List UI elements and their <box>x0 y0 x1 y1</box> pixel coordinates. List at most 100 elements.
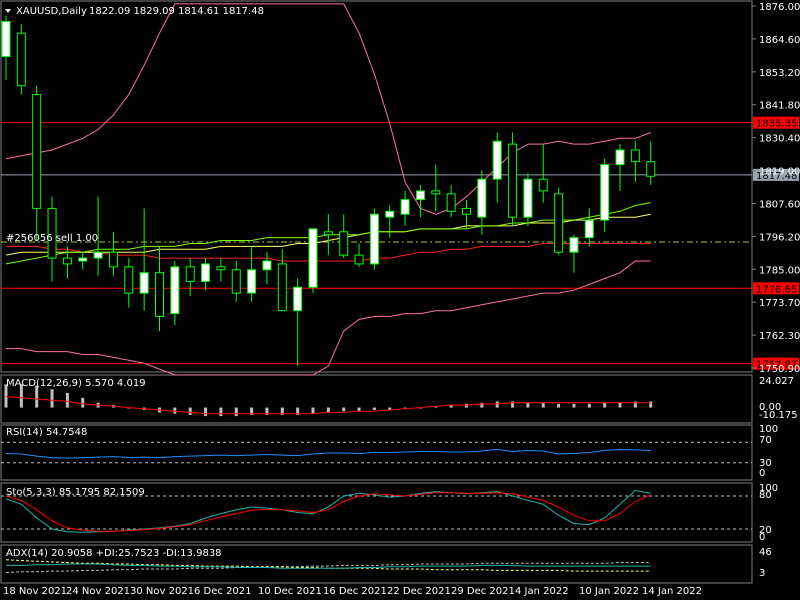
candle-body <box>600 164 610 221</box>
price-tick-label: 1807.60 <box>759 199 800 210</box>
symbol-header[interactable]: XAUUSD,Daily 1822.09 1829.09 1814.61 181… <box>5 6 264 17</box>
candle[interactable] <box>308 228 318 294</box>
candle-body <box>569 237 579 253</box>
macd-histogram-bar <box>587 403 591 408</box>
candle-body <box>477 178 487 218</box>
candle-body <box>646 161 656 177</box>
candle-body <box>16 32 26 87</box>
candle-body <box>339 231 349 256</box>
macd-histogram-bar <box>50 389 54 408</box>
rsi-label: RSI(14) 54.7548 <box>6 427 87 438</box>
candle-body <box>293 286 303 312</box>
candle-body <box>216 266 226 271</box>
candle-body <box>523 178 533 218</box>
trade-order-label[interactable]: #256056 sell 1.00 <box>6 233 98 244</box>
macd-tick-label: 24.027 <box>759 376 794 387</box>
time-tick-label: 30 Nov 2021 <box>130 586 194 597</box>
trading-chart[interactable]: 1835.351817.481778.651752.87 XAUUSD,Dail… <box>0 0 800 600</box>
macd-histogram-bar <box>326 407 330 413</box>
macd-histogram-bar <box>372 407 376 410</box>
price-tag-label: 1835.35 <box>756 119 797 130</box>
macd-histogram-bar <box>65 392 69 408</box>
candle-body <box>446 193 456 212</box>
macd-histogram-bar <box>557 403 561 408</box>
macd-histogram-bar <box>234 407 238 417</box>
price-tick-label: 1819.00 <box>759 167 800 178</box>
rsi-tick-label: 100 <box>759 424 778 435</box>
price-tick-label: 1762.30 <box>759 331 800 342</box>
price-tick-label: 1796.20 <box>759 232 800 243</box>
candle-body <box>538 178 548 192</box>
time-tick-label: 29 Dec 2021 <box>451 586 515 597</box>
stochastic-label: Sto(5,3,3) 85.1795 82.1509 <box>6 487 145 498</box>
chart-background <box>0 0 800 600</box>
adx-tick-label: 3 <box>759 568 765 579</box>
candle[interactable] <box>369 208 379 270</box>
macd-histogram-bar <box>357 407 361 412</box>
time-axis[interactable]: 18 Nov 202124 Nov 2021 30 Nov 2021 6 Dec 2… <box>3 586 702 597</box>
macd-histogram-bar <box>204 407 208 417</box>
macd-histogram-bar <box>495 401 499 408</box>
macd-histogram-bar <box>618 402 622 408</box>
candle[interactable] <box>16 24 26 95</box>
time-tick-label: 18 Nov 2021 <box>3 586 67 597</box>
candle-body <box>584 219 594 239</box>
time-tick-label: 14 Jan 2022 <box>642 586 702 597</box>
macd-histogram-bar <box>541 402 545 408</box>
candle-body <box>400 199 410 215</box>
macd-histogram-bar <box>526 402 530 408</box>
macd-histogram-bar <box>311 407 315 414</box>
time-tick-label: 4 Jan 2022 <box>515 586 569 597</box>
price-tick-label: 1785.00 <box>759 265 800 276</box>
macd-histogram-bar <box>81 397 85 408</box>
candle-body <box>93 251 103 259</box>
candle-body <box>431 190 441 195</box>
candle-body <box>354 254 364 265</box>
price-tick-label: 1876.00 <box>759 2 800 13</box>
price-tick-label: 1830.40 <box>759 134 800 145</box>
candle-body <box>32 93 42 209</box>
candle-body <box>415 190 425 201</box>
candle-body <box>462 207 471 215</box>
macd-histogram-bar <box>465 403 468 408</box>
candle-body <box>323 231 333 236</box>
candle[interactable] <box>554 187 564 256</box>
candle-body <box>554 193 564 253</box>
stochastic-tick-label: 0 <box>759 532 765 543</box>
candle-body <box>155 272 164 317</box>
time-tick-label: 10 Jan 2022 <box>579 586 639 597</box>
candle[interactable] <box>508 132 518 226</box>
candle-body <box>108 251 118 268</box>
time-tick-label: 10 Dec 2021 <box>258 586 322 597</box>
price-tick-label: 1773.70 <box>759 298 800 309</box>
time-tick-label: 24 Nov 2021 <box>66 586 130 597</box>
candle-body <box>615 149 625 166</box>
candle-body <box>385 210 395 218</box>
stochastic-tick-label: 80 <box>759 490 772 501</box>
time-tick-label: 6 Dec 2021 <box>194 586 252 597</box>
candle-body <box>139 272 149 294</box>
rsi-tick-label: 0 <box>759 468 765 479</box>
candle-body <box>369 213 379 265</box>
macd-tick-label: -10.175 <box>759 410 798 421</box>
candle-body <box>277 263 287 312</box>
macd-histogram-bar <box>342 407 346 412</box>
price-tag-label: 1778.65 <box>756 284 797 295</box>
price-tick-label: 1750.90 <box>759 364 800 375</box>
candle-body <box>62 257 72 265</box>
macd-histogram-bar <box>603 402 607 408</box>
adx-tick-label: 46 <box>759 547 772 558</box>
ohlc-readout: 1822.09 1829.09 1814.61 1817.48 <box>89 6 264 17</box>
macd-histogram-bar <box>188 407 192 415</box>
candle-body <box>185 266 195 282</box>
macd-histogram-bar <box>173 407 177 414</box>
time-tick-label: 22 Dec 2021 <box>387 586 451 597</box>
adx-label: ADX(14) 20.9058 +DI:25.7523 -DI:13.9838 <box>6 548 222 559</box>
candle-body <box>124 266 134 294</box>
candle-body <box>78 257 88 262</box>
candle-body <box>308 228 318 288</box>
rsi-tick-label: 70 <box>759 435 772 446</box>
price-tick-label: 1864.60 <box>759 35 800 46</box>
macd-histogram-bar <box>572 403 576 408</box>
candle-body <box>630 149 640 163</box>
